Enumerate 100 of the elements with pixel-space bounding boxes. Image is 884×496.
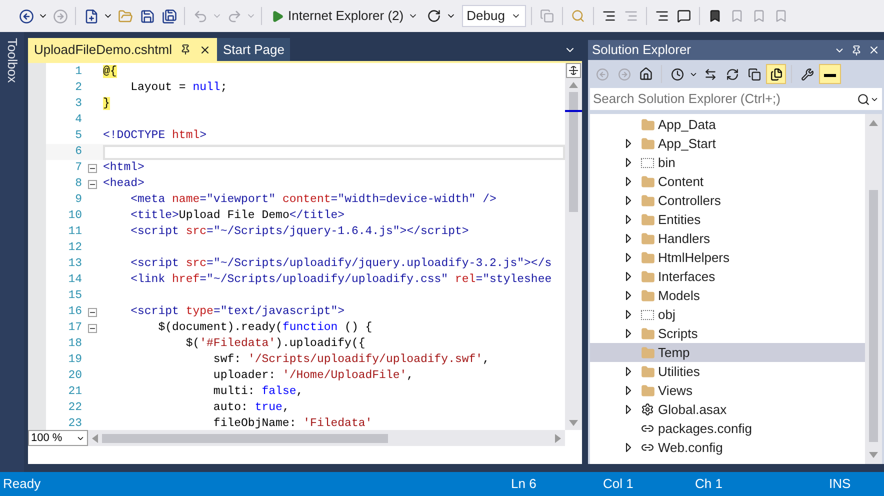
expand-icon[interactable] <box>626 177 630 186</box>
expand-icon[interactable] <box>626 196 630 205</box>
code-line: <script src="~/Scripts/jquery-1.6.4.js"></script> <box>130 224 469 240</box>
collapse-icon[interactable] <box>88 180 97 188</box>
line-number: 17 <box>67 320 82 336</box>
tree-item[interactable]: Global.asax <box>590 400 865 419</box>
tree-item[interactable]: App_Data <box>590 115 865 134</box>
vertical-scrollbar[interactable] <box>565 63 582 430</box>
char-indicator: Ch 1 <box>695 475 724 494</box>
code-line: <meta name="viewport" content="width=device-width" /> <box>130 192 496 208</box>
column-indicator: Col 1 <box>603 475 634 494</box>
line-number: 18 <box>67 336 82 352</box>
split-icon[interactable] <box>566 63 581 78</box>
expand-icon[interactable] <box>626 443 630 452</box>
expand-icon[interactable] <box>626 329 630 338</box>
line-number: 12 <box>67 240 82 256</box>
line-number: 13 <box>67 256 82 272</box>
tree-item[interactable]: Utilities <box>590 362 865 381</box>
folder-icon <box>640 364 654 378</box>
zoom-dropdown[interactable]: 100 % <box>28 430 88 446</box>
line-number: 2 <box>74 80 82 96</box>
line-number: 19 <box>67 352 82 368</box>
expand-icon[interactable] <box>626 139 630 148</box>
expand-icon[interactable] <box>626 310 630 319</box>
play-icon <box>271 10 284 22</box>
code-line: Layout = null; <box>130 80 228 96</box>
tree-item[interactable]: Web.config <box>590 438 865 457</box>
expand-icon[interactable] <box>626 386 630 395</box>
close-icon[interactable] <box>868 44 880 56</box>
collapse-icon[interactable] <box>88 164 97 172</box>
expand-icon[interactable] <box>626 158 630 167</box>
tree-item[interactable]: Models <box>590 286 865 305</box>
horizontal-scroll-thumb[interactable] <box>102 434 388 442</box>
vertical-scrollbar[interactable] <box>865 114 882 464</box>
expand-icon[interactable] <box>626 291 630 300</box>
tree-item[interactable]: Interfaces <box>590 267 865 286</box>
expand-icon[interactable] <box>626 405 630 414</box>
line-number: 1 <box>74 64 82 80</box>
code-line: <script src="~/Scripts/uploadify/jquery.uploadify-3.2.js"></s <box>130 256 552 272</box>
editor-tab[interactable]: Start Page <box>217 38 290 61</box>
dotted-folder-icon <box>641 158 654 168</box>
tree-item[interactable]: packages.config <box>590 419 865 438</box>
show-all-files-icon[interactable] <box>766 64 786 84</box>
gear-file-icon <box>641 403 654 416</box>
editor-tab[interactable]: UploadFileDemo.cshtml <box>28 38 217 61</box>
code-line: <!DOCTYPE html> <box>103 128 207 144</box>
pin-icon[interactable] <box>180 44 191 55</box>
configuration-dropdown[interactable]: Debug <box>462 5 526 27</box>
tree-item[interactable]: Temp <box>590 343 865 362</box>
tree-item[interactable]: Entities <box>590 210 865 229</box>
code-line: <html> <box>103 160 144 176</box>
tree-item[interactable]: Views <box>590 381 865 400</box>
close-icon[interactable] <box>199 44 211 56</box>
line-number: 16 <box>67 304 82 320</box>
scroll-thumb[interactable] <box>869 190 878 442</box>
line-number: 11 <box>67 224 82 240</box>
folder-icon <box>640 118 654 132</box>
line-number: 15 <box>67 288 82 304</box>
collapse-icon[interactable] <box>88 324 97 332</box>
expand-icon[interactable] <box>626 272 630 281</box>
collapse-icon[interactable] <box>88 308 97 316</box>
tree-item[interactable]: Content <box>590 172 865 191</box>
tree-item[interactable]: HtmlHelpers <box>590 248 865 267</box>
line-number: 6 <box>74 144 82 160</box>
tree-item[interactable]: Handlers <box>590 229 865 248</box>
folder-icon <box>640 384 654 398</box>
code-line: swf: '/Scripts/uploadify/uploadify.swf', <box>212 352 490 368</box>
line-number: 8 <box>74 176 82 192</box>
expand-icon[interactable] <box>626 234 630 243</box>
folder-icon <box>640 212 654 226</box>
code-line: $(document).ready(function () { <box>157 320 372 336</box>
panel-title: Solution Explorer <box>592 41 691 60</box>
expand-icon[interactable] <box>626 367 630 376</box>
search-icon[interactable] <box>857 92 870 106</box>
line-number: 4 <box>74 112 82 128</box>
expand-icon[interactable] <box>626 253 630 262</box>
mode-indicator: INS <box>829 475 851 494</box>
pin-icon[interactable] <box>851 44 862 56</box>
line-number: 5 <box>74 128 82 144</box>
code-line: $('#Filedata').uploadify({ <box>184 336 366 352</box>
search-field[interactable]: Search Solution Explorer (Ctrl+;) <box>590 88 882 110</box>
run-button[interactable]: Internet Explorer (2) <box>267 5 422 27</box>
folder-icon <box>640 194 654 208</box>
tree-item[interactable]: Scripts <box>590 324 865 343</box>
preview-icon[interactable] <box>819 64 841 84</box>
expand-icon[interactable] <box>626 215 630 224</box>
tree-item[interactable]: Controllers <box>590 191 865 210</box>
tree-item[interactable]: bin <box>590 153 865 172</box>
folder-icon <box>640 232 654 246</box>
line-number: 7 <box>74 160 82 176</box>
line-number: 14 <box>67 272 82 288</box>
tree-item[interactable]: obj <box>590 305 865 324</box>
code-line: <title>Upload File Demo</title> <box>130 208 345 224</box>
tree-item[interactable]: App_Start <box>590 134 865 153</box>
folder-icon <box>640 136 654 150</box>
line-number: 3 <box>74 96 82 112</box>
code-line: auto: true, <box>212 400 290 416</box>
folder-icon <box>640 326 654 340</box>
code-line: <script type="text/javascript"> <box>130 304 345 320</box>
line-indicator: Ln 6 <box>511 475 538 494</box>
